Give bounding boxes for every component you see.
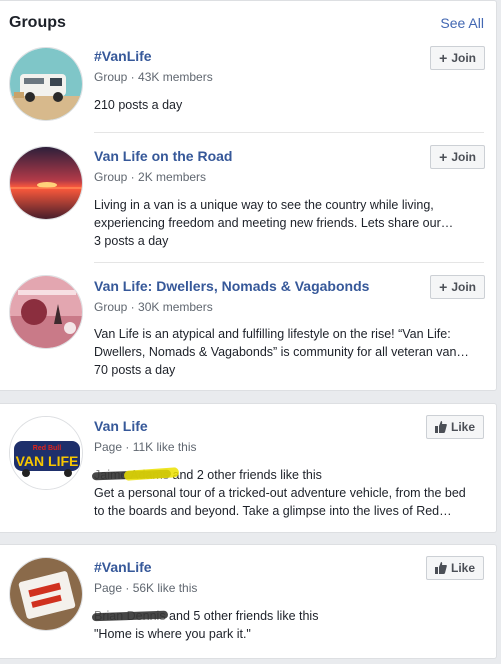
group-activity: 210 posts a day <box>94 98 183 112</box>
like-button[interactable]: Like <box>425 415 484 439</box>
group-meta: Group · 43K members <box>94 70 213 84</box>
join-button[interactable]: + Join <box>430 145 485 169</box>
join-label: Join <box>451 51 476 65</box>
group-thumbnail[interactable] <box>9 275 83 349</box>
description-line: Dwellers, Nomads & Vagabonds” is communi… <box>94 345 469 359</box>
page-thumbnail[interactable] <box>9 557 83 631</box>
join-button[interactable]: + Join <box>430 275 485 299</box>
page-meta: Page · 56K like this <box>94 581 198 595</box>
page-title[interactable]: #VanLife <box>94 559 152 575</box>
group-title[interactable]: #VanLife <box>94 48 152 64</box>
page-card: Red Bull VAN LIFE Van Life Page · 11K li… <box>0 403 497 533</box>
group-activity: 3 posts a day <box>94 234 169 248</box>
thumbs-up-icon <box>434 421 447 433</box>
page-friends-line: Jaime Adams and 2 other friends like thi… <box>91 466 486 484</box>
group-description: Van Life is an atypical and fulfilling l… <box>94 325 486 379</box>
description-line: experiencing freedom and meeting new fri… <box>94 216 454 230</box>
redacted-friend-name: Brian Dennis <box>91 607 168 625</box>
group-title[interactable]: Van Life on the Road <box>94 148 232 164</box>
join-label: Join <box>451 150 476 164</box>
join-label: Join <box>451 280 476 294</box>
page-card: #VanLife Page · 56K like this Brian Denn… <box>0 544 497 659</box>
join-button[interactable]: + Join <box>430 46 485 70</box>
description-line: "Home is where you park it." <box>94 627 251 641</box>
plus-icon: + <box>439 279 448 295</box>
description-line: Van Life is an atypical and fulfilling l… <box>94 327 451 341</box>
description-line: to the boards and beyond. Take a glimpse… <box>94 504 452 518</box>
page-friends-line: Brian Dennis and 5 other friends like th… <box>91 607 486 625</box>
page-title[interactable]: Van Life <box>94 418 148 434</box>
group-thumbnail[interactable] <box>9 146 83 220</box>
plus-icon: + <box>439 149 448 165</box>
like-label: Like <box>450 561 475 575</box>
redacted-friend-name: Jaime Adams <box>91 466 180 484</box>
like-label: Like <box>450 420 475 434</box>
groups-heading: Groups <box>9 14 66 31</box>
like-button[interactable]: Like <box>425 556 484 580</box>
thumbs-up-icon <box>434 562 447 574</box>
page-thumbnail[interactable]: Red Bull VAN LIFE <box>9 416 83 490</box>
group-title[interactable]: Van Life: Dwellers, Nomads & Vagabonds <box>94 278 369 294</box>
page-description: Get a personal tour of a tricked-out adv… <box>94 484 486 520</box>
group-activity: 70 posts a day <box>94 363 176 377</box>
divider <box>94 262 484 263</box>
group-meta: Group · 30K members <box>94 300 213 314</box>
group-meta: Group · 2K members <box>94 170 207 184</box>
description-line: Get a personal tour of a tricked-out adv… <box>94 486 466 500</box>
logo-main-text: VAN LIFE <box>16 453 79 469</box>
divider <box>94 132 484 133</box>
page-meta: Page · 11K like this <box>94 440 197 454</box>
see-all-link[interactable]: See All <box>440 15 484 31</box>
plus-icon: + <box>439 50 448 66</box>
page-description: "Home is where you park it." <box>94 625 486 643</box>
logo-top-text: Red Bull <box>33 445 61 452</box>
description-line: Living in a van is a unique way to see t… <box>94 198 434 212</box>
group-description: Living in a van is a unique way to see t… <box>94 196 486 250</box>
group-thumbnail[interactable] <box>9 47 83 121</box>
groups-card: Groups See All #VanLife Group · 43K memb… <box>0 0 497 391</box>
